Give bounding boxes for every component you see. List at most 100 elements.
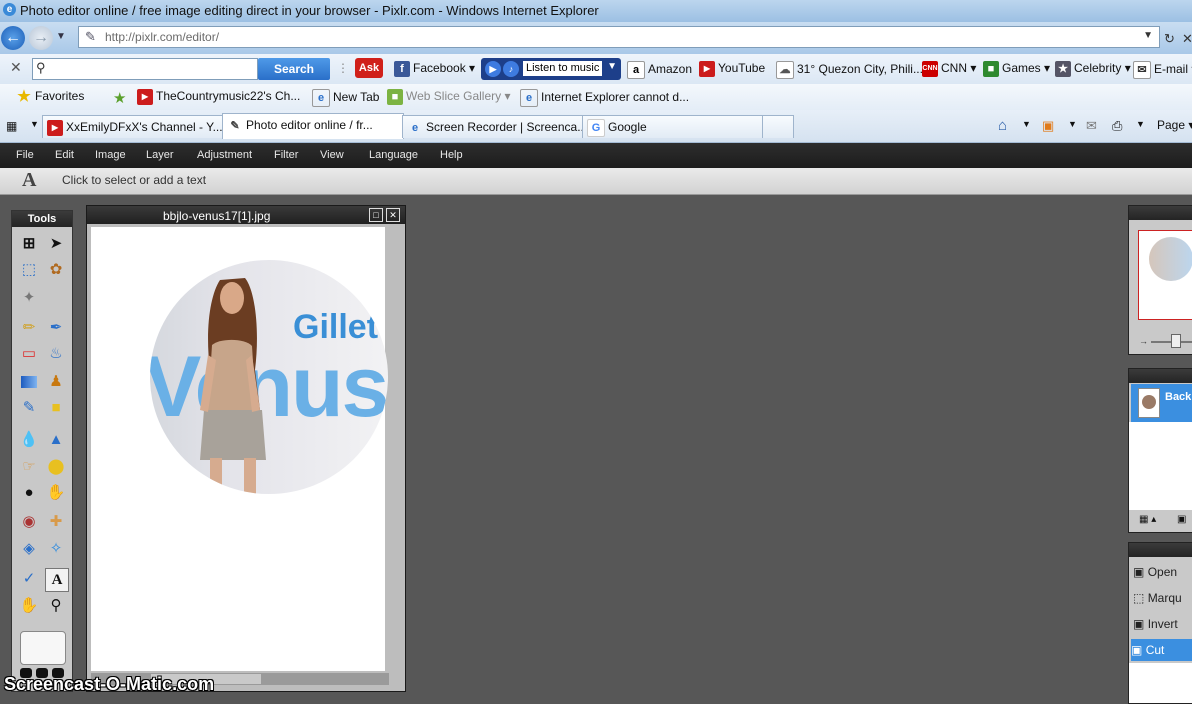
history-item-marquee[interactable]: ⬚ Marqu [1133,587,1192,609]
sponge-tool-icon[interactable]: ⬤ [45,456,67,478]
document-titlebar[interactable]: bbjlo-venus17[1].jpg □ ✕ [87,206,405,224]
toolbar-item-youtube[interactable]: ▶ YouTube [699,61,765,77]
print-icon[interactable]: ⎙ [1112,118,1122,134]
smudge-tool-icon[interactable]: ☞ [18,456,40,478]
history-item-invert[interactable]: ▣ Invert [1133,613,1192,635]
search-input[interactable]: ⚲ [32,58,258,80]
menu-language[interactable]: Language [369,149,418,161]
favorite-item-ie-error[interactable]: e Internet Explorer cannot d... [520,89,689,107]
drawing-tool-icon[interactable]: ■ [45,397,67,419]
blur-tool-icon[interactable]: 💧 [18,429,40,451]
sharpen-tool-icon[interactable]: ▲ [45,429,67,451]
maximize-icon[interactable]: □ [369,208,383,222]
add-favorite-icon[interactable]: ★ [113,89,126,107]
zoom-slider-thumb[interactable] [1171,334,1181,348]
favorite-item-web-slice[interactable]: ■ Web Slice Gallery ▾ [387,89,511,105]
pen-icon: ✎ [230,119,240,132]
lasso-tool-icon[interactable]: ✿ [45,259,67,281]
crop-tool-icon[interactable]: ⊞ [18,233,40,255]
layer-options-icon[interactable]: ▦ ▴ [1139,514,1156,525]
menu-file[interactable]: File [16,149,34,161]
rss-feed-icon[interactable]: ▣ [1042,118,1054,134]
toolbar-item-amazon[interactable]: a Amazon [627,61,692,79]
feed-dropdown-icon[interactable]: ▼ [1068,119,1077,129]
play-icon[interactable]: ▶ [485,61,501,77]
stop-icon[interactable]: ✕ [1182,31,1192,47]
document-title: bbjlo-venus17[1].jpg [163,209,271,223]
quick-tabs-icon[interactable]: ▦ [6,119,17,133]
pinch-tool-icon[interactable]: ✧ [45,538,67,560]
refresh-icon[interactable]: ↻ [1164,31,1175,47]
tab-pixlr-editor[interactable]: ✎ Photo editor online / fr... [222,113,404,139]
address-dropdown-icon[interactable]: ▼ [1143,30,1153,41]
menu-filter[interactable]: Filter [274,149,298,161]
zoom-tool-icon[interactable]: ⚲ [45,595,67,617]
history-item-cut[interactable]: ▣ Cut [1131,639,1192,661]
favorite-item-countrymusic[interactable]: ▶ TheCountrymusic22's Ch... [137,89,300,105]
toolbar-item-weather[interactable]: ☁31° Quezon City, Phili... ▾ [776,61,932,79]
toolbar-item-games[interactable]: ■ Games ▾ [983,61,1050,77]
color-replace-tool-icon[interactable]: ✎ [18,397,40,419]
eraser-tool-icon[interactable]: ▭ [18,343,40,365]
layer-row-background[interactable]: Back [1131,384,1192,422]
favorite-item-new-tab[interactable]: e New Tab [312,89,379,107]
menu-help[interactable]: Help [440,149,463,161]
hand-tool-icon[interactable]: ✋ [18,595,40,617]
search-toolbar: ✕ ⚲ Search ⋮ Ask f Facebook ▾ ▶ ♪ Listen … [0,54,1192,85]
back-button[interactable]: ← [1,26,25,50]
move-tool-icon[interactable]: ➤ [45,233,67,255]
clone-stamp-tool-icon[interactable]: ♟ [45,371,67,393]
page-menu[interactable]: Page ▾ [1157,118,1192,132]
listen-dropdown-icon[interactable]: ▼ [607,61,617,72]
tab-list-dropdown-icon[interactable]: ▼ [30,119,39,129]
menu-view[interactable]: View [320,149,344,161]
toolbar-item-cnn[interactable]: CNN CNN ▾ [922,61,976,77]
burn-tool-icon[interactable]: ● [18,482,40,504]
type-tool-icon[interactable]: A [45,568,69,592]
forward-button[interactable]: → [29,26,53,50]
menu-edit[interactable]: Edit [55,149,74,161]
color-swatch[interactable] [20,631,66,665]
menu-layer[interactable]: Layer [146,149,174,161]
favorites-button[interactable]: ★ Favorites [16,89,84,105]
listen-music-widget[interactable]: ▶ ♪ Listen to music ▼ [481,58,621,80]
mail-icon[interactable]: ✉ [1086,118,1097,134]
layer-settings-icon[interactable]: ▣ [1177,514,1186,525]
search-button[interactable]: Search [258,58,330,80]
navigator-thumbnail[interactable] [1138,230,1192,320]
home-icon[interactable]: ⌂ [998,117,1007,134]
tab-youtube-channel[interactable]: ▶ XxEmilyDFxX's Channel - Y... [42,115,223,138]
menu-adjustment[interactable]: Adjustment [197,149,252,161]
history-dropdown-icon[interactable]: ▼ [56,31,66,42]
history-item-open[interactable]: ▣ Open [1133,561,1192,583]
menu-image[interactable]: Image [95,149,126,161]
toolbar-item-email[interactable]: ✉E-mail ▾ [1133,61,1192,79]
paint-bucket-tool-icon[interactable]: ♨ [45,343,67,365]
history-panel: ▣ Open ⬚ Marqu ▣ Invert ▣ Cut [1128,542,1192,704]
toolbar-item-celebrity[interactable]: ★ Celebrity ▾ [1055,61,1131,77]
home-dropdown-icon[interactable]: ▼ [1022,119,1031,129]
spot-heal-tool-icon[interactable]: ✚ [45,511,67,533]
color-picker-tool-icon[interactable]: ✓ [18,568,40,590]
zoom-out-icon[interactable]: → [1139,336,1148,346]
ask-logo-icon[interactable]: Ask [355,58,386,78]
tab-screen-recorder[interactable]: e Screen Recorder | Screenca... [402,115,584,138]
bloat-tool-icon[interactable]: ◈ [18,538,40,560]
address-bar[interactable]: ✎ http://pixlr.com/editor/ ▼ [78,26,1160,48]
image-canvas[interactable]: Gillette Venus [91,227,388,671]
red-eye-tool-icon[interactable]: ◉ [18,511,40,533]
magic-wand-tool-icon[interactable]: ✦ [18,287,40,309]
print-dropdown-icon[interactable]: ▼ [1136,119,1145,129]
brush-tool-icon[interactable]: ✒ [45,317,67,339]
gradient-tool-icon[interactable] [18,371,40,393]
close-icon[interactable]: ✕ [386,208,400,222]
tab-google[interactable]: G Google [582,115,764,138]
dodge-tool-icon[interactable]: ✋ [45,482,67,504]
close-toolbar-icon[interactable]: ✕ [10,59,22,76]
pencil-tool-icon[interactable]: ✏ [18,317,40,339]
toolbar-item-facebook[interactable]: f Facebook ▾ [394,61,475,77]
text-tool-icon: A [22,169,37,191]
marquee-tool-icon[interactable]: ⬚ [18,259,40,281]
volume-icon[interactable]: ♪ [503,61,519,77]
new-tab-button[interactable] [762,115,794,138]
